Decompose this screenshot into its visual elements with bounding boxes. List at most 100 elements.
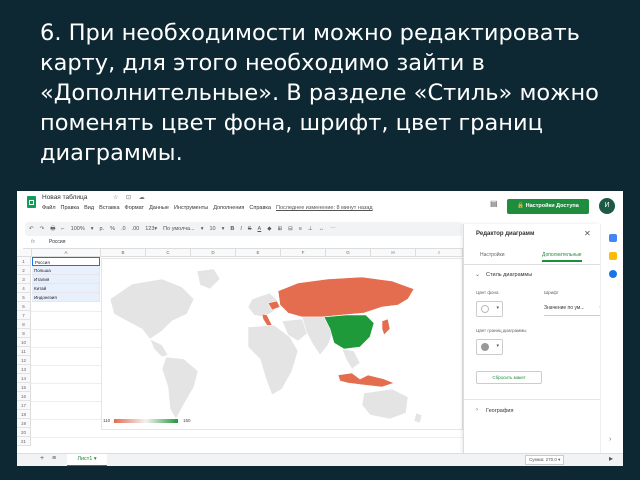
row-header[interactable]: 12 [17, 356, 31, 365]
row-header[interactable]: 16 [17, 392, 31, 401]
sheets-logo-icon[interactable] [27, 196, 36, 208]
sum-indicator[interactable]: Сумма: 270.0 ▾ [525, 455, 565, 465]
explore-icon[interactable]: ▸ [609, 454, 613, 463]
menu-addons[interactable]: Дополнения [213, 205, 244, 211]
add-sheet-button[interactable]: + [40, 455, 44, 462]
menu-data[interactable]: Данные [149, 205, 169, 211]
col-header[interactable]: I [416, 249, 463, 257]
chevron-down-icon[interactable]: ⌄ [475, 271, 480, 278]
row-header[interactable]: 3 [17, 275, 31, 284]
row-header[interactable]: 2 [17, 266, 31, 275]
col-header[interactable]: H [371, 249, 416, 257]
row-header[interactable]: 20 [17, 428, 31, 437]
col-header[interactable]: C [146, 249, 191, 257]
menu-file[interactable]: Файл [42, 205, 56, 211]
close-icon[interactable]: ✕ [584, 229, 591, 238]
menu-edit[interactable]: Правка [61, 205, 80, 211]
percent-button[interactable]: % [110, 226, 115, 232]
sheet-tab[interactable]: Лист1 ▾ [67, 454, 107, 466]
star-move-cloud-icons[interactable]: ☆ ⊡ ☁ [113, 194, 148, 201]
all-sheets-button[interactable]: ≡ [52, 455, 56, 462]
valign-icon[interactable]: ⊥ [308, 226, 313, 232]
calendar-icon[interactable] [609, 234, 617, 242]
tasks-icon[interactable] [609, 270, 617, 278]
undo-icon[interactable]: ↶ [29, 226, 34, 232]
row-header[interactable]: 21 [17, 437, 31, 446]
border-color-select[interactable]: ▾ [476, 339, 503, 355]
strikethrough-button[interactable]: S [248, 226, 252, 232]
menu-tools[interactable]: Инструменты [174, 205, 208, 211]
world-map[interactable] [102, 259, 462, 429]
avatar[interactable]: И [599, 198, 615, 214]
decrease-decimal-button[interactable]: .0 [121, 226, 126, 232]
font-select[interactable]: Значение по ум...▾ [544, 301, 604, 316]
corner-header[interactable] [17, 249, 32, 257]
grid-cell[interactable]: Китай [32, 284, 100, 293]
italic-button[interactable]: I [240, 226, 242, 232]
geo-chart[interactable] [101, 258, 463, 430]
row-header[interactable]: 6 [17, 302, 31, 311]
formula-input[interactable]: Россия [49, 239, 65, 245]
menu-format[interactable]: Формат [125, 205, 145, 211]
print-icon[interactable]: 🖶 [50, 225, 55, 234]
font-size-caret-icon[interactable]: ▾ [222, 226, 225, 232]
comment-icon[interactable]: ▤ [490, 199, 498, 208]
row-header[interactable]: 17 [17, 401, 31, 410]
bold-button[interactable]: B [230, 226, 234, 232]
share-button[interactable]: 🔒 Настройки Доступа [507, 199, 589, 214]
keep-icon[interactable] [609, 252, 617, 260]
section-chart-style[interactable]: Стиль диаграммы [486, 272, 532, 278]
col-header[interactable]: A [32, 249, 101, 257]
row-header[interactable]: 15 [17, 383, 31, 392]
grid-cell[interactable]: Польша [32, 266, 100, 275]
section-geo[interactable]: География [486, 408, 513, 414]
row-header[interactable]: 13 [17, 365, 31, 374]
borders-icon[interactable]: ⊞ [277, 226, 282, 232]
more-icon[interactable]: ⋯ [330, 226, 336, 232]
row-header[interactable]: 7 [17, 311, 31, 320]
last-edit-link[interactable]: Последнее изменение: 8 минут назад [276, 205, 373, 211]
grid-cell[interactable]: Россия [32, 257, 100, 266]
row-header[interactable]: 19 [17, 419, 31, 428]
row-header[interactable]: 18 [17, 410, 31, 419]
fill-color-icon[interactable]: ◆ [267, 226, 271, 232]
paint-format-icon[interactable]: ⌐ [61, 226, 64, 232]
row-header[interactable]: 8 [17, 320, 31, 329]
tab-customize[interactable]: Дополнительные [542, 252, 582, 262]
row-header[interactable]: 9 [17, 329, 31, 338]
grid-cell[interactable]: Италия [32, 275, 100, 284]
col-header[interactable]: B [101, 249, 146, 257]
merge-cells-icon[interactable]: ⊟ [288, 226, 293, 232]
number-format-select[interactable]: 123▾ [145, 226, 157, 232]
align-icon[interactable]: ≡ [299, 226, 302, 232]
col-header[interactable]: E [236, 249, 281, 257]
text-color-button[interactable]: A [258, 226, 262, 232]
zoom-select[interactable]: 100% [71, 226, 85, 232]
zoom-caret-icon[interactable]: ▾ [91, 226, 94, 232]
menu-help[interactable]: Справка [249, 205, 271, 211]
menu-insert[interactable]: Вставка [99, 205, 119, 211]
row-header[interactable]: 14 [17, 374, 31, 383]
col-header[interactable]: D [191, 249, 236, 257]
font-select[interactable]: По умолча... [163, 226, 195, 232]
redo-icon[interactable]: ↷ [40, 226, 45, 232]
increase-decimal-button[interactable]: .00 [132, 226, 140, 232]
menu-view[interactable]: Вид [84, 205, 94, 211]
reset-layout-button[interactable]: Сбросить макет [476, 371, 542, 384]
grid-cell[interactable]: Индонезия [32, 293, 100, 302]
row-header[interactable]: 11 [17, 347, 31, 356]
col-header[interactable]: F [281, 249, 326, 257]
row-header[interactable]: 10 [17, 338, 31, 347]
tab-setup[interactable]: Настройки [480, 252, 505, 258]
bg-color-select[interactable]: ▾ [476, 301, 503, 317]
currency-button[interactable]: р. [99, 226, 104, 232]
text-wrap-icon[interactable]: ↔ [319, 226, 325, 232]
font-caret-icon[interactable]: ▾ [201, 226, 204, 232]
document-title[interactable]: Новая таблица [42, 194, 87, 201]
chevron-right-icon[interactable]: › [609, 436, 611, 443]
row-header[interactable]: 4 [17, 284, 31, 293]
row-header[interactable]: 5 [17, 293, 31, 302]
col-header[interactable]: G [326, 249, 371, 257]
chevron-right-icon[interactable]: › [476, 407, 478, 413]
font-size-select[interactable]: 10 [209, 226, 215, 232]
